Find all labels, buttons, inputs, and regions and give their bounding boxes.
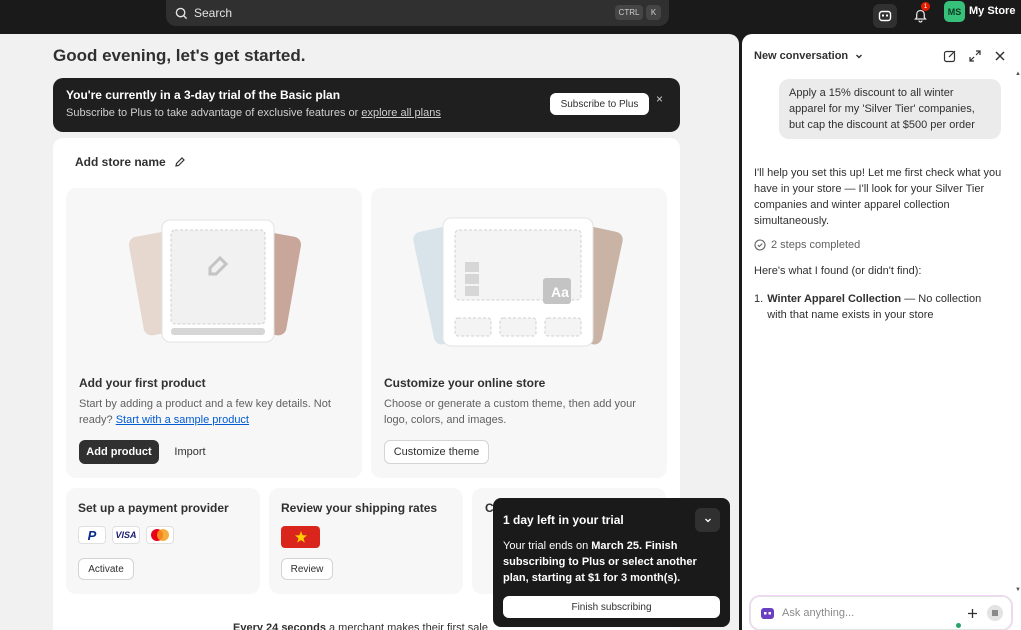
search-bar[interactable]: Search CTRL K bbox=[166, 0, 669, 26]
trial-end-date: March 25 bbox=[591, 540, 639, 552]
collapse-toast-button[interactable] bbox=[695, 508, 720, 532]
theme-illustration bbox=[413, 217, 623, 347]
finding-collection-name: Winter Apparel Collection bbox=[767, 293, 902, 305]
trial-banner: You're currently in a 3-day trial of the… bbox=[53, 78, 680, 132]
explore-plans-link[interactable]: explore all plans bbox=[361, 107, 441, 119]
shortcut-k-key: K bbox=[646, 5, 661, 20]
trial-toast-body-prefix: Your trial ends on bbox=[503, 540, 592, 552]
user-message: Apply a 15% discount to all winter appar… bbox=[779, 79, 1001, 139]
review-button[interactable]: Review bbox=[281, 558, 333, 580]
bell-icon bbox=[913, 9, 927, 23]
merchant-stat: Every 24 seconds a merchant makes their … bbox=[233, 622, 488, 630]
check-circle-icon bbox=[754, 239, 766, 251]
stop-button[interactable] bbox=[987, 605, 1003, 621]
scroll-down-icon[interactable]: ▼ bbox=[1015, 587, 1021, 593]
status-dot bbox=[956, 623, 961, 628]
list-item-content: Winter Apparel Collection — No collectio… bbox=[767, 291, 1001, 323]
product-illustration bbox=[128, 219, 302, 343]
customize-store-title: Customize your online store bbox=[384, 376, 546, 390]
add-store-name-label: Add store name bbox=[75, 155, 166, 169]
mastercard-logo bbox=[146, 526, 174, 544]
add-product-desc: Start by adding a product and a few key … bbox=[79, 396, 349, 428]
steps-completed[interactable]: 2 steps completed bbox=[754, 239, 860, 251]
trial-banner-title: You're currently in a 3-day trial of the… bbox=[66, 88, 341, 102]
trial-toast-title: 1 day left in your trial bbox=[503, 513, 624, 527]
shipping-title: Review your shipping rates bbox=[281, 501, 438, 515]
steps-completed-label: 2 steps completed bbox=[771, 239, 861, 251]
merchant-stat-text: a merchant makes their first sale bbox=[325, 622, 488, 630]
conversation-title: New conversation bbox=[754, 50, 849, 62]
ask-placeholder: Ask anything... bbox=[782, 607, 855, 619]
new-chat-icon[interactable] bbox=[943, 49, 957, 63]
activate-button[interactable]: Activate bbox=[78, 558, 134, 580]
finish-subscribing-button[interactable]: Finish subscribing bbox=[503, 596, 720, 618]
stop-icon bbox=[992, 610, 998, 616]
scroll-up-icon[interactable]: ▲ bbox=[1015, 71, 1021, 77]
shortcut-ctrl-key: CTRL bbox=[615, 5, 643, 20]
avatar[interactable]: MS bbox=[944, 1, 965, 22]
sample-product-link[interactable]: Start with a sample product bbox=[116, 414, 249, 426]
payment-card: Set up a payment provider P VISA Activat… bbox=[66, 488, 260, 594]
customize-store-card: Aa Customize your online store Choose or… bbox=[371, 188, 667, 478]
store-name-menu[interactable]: My Store bbox=[969, 5, 1015, 17]
close-icon[interactable] bbox=[993, 49, 1007, 63]
sidekick-icon bbox=[761, 608, 774, 619]
trial-toast: 1 day left in your trial Your trial ends… bbox=[493, 498, 730, 627]
assistant-response: I'll help you set this up! Let me first … bbox=[754, 167, 1002, 227]
search-icon bbox=[175, 7, 188, 19]
vietnam-flag-icon bbox=[281, 526, 320, 548]
add-store-name[interactable]: Add store name bbox=[75, 155, 186, 169]
trial-banner-subtitle: Subscribe to Plus to take advantage of e… bbox=[66, 107, 441, 119]
pencil-icon[interactable] bbox=[174, 156, 186, 168]
sidekick-button[interactable] bbox=[873, 4, 897, 28]
payment-title: Set up a payment provider bbox=[78, 501, 229, 515]
star-icon bbox=[294, 531, 307, 543]
chevron-down-icon bbox=[856, 54, 863, 59]
add-product-button[interactable]: Add product bbox=[79, 440, 159, 464]
chevron-down-icon bbox=[704, 518, 711, 523]
merchant-stat-bold: Every 24 seconds bbox=[233, 622, 326, 630]
close-banner-icon[interactable]: × bbox=[656, 92, 663, 106]
import-button[interactable]: Import bbox=[166, 440, 214, 464]
list-item-number: 1. bbox=[754, 293, 764, 305]
subscribe-plus-button[interactable]: Subscribe to Plus bbox=[550, 93, 649, 115]
customize-theme-button[interactable]: Customize theme bbox=[384, 440, 489, 464]
paypal-logo: P bbox=[78, 526, 106, 544]
page-title: Good evening, let's get started. bbox=[53, 46, 306, 65]
add-product-card: Add your first product Start by adding a… bbox=[66, 188, 362, 478]
add-product-title: Add your first product bbox=[79, 376, 206, 390]
font-preview-label: Aa bbox=[551, 284, 569, 300]
assistant-panel: New conversation ▲ Apply a 15% discount … bbox=[742, 34, 1021, 630]
shipping-card: Review your shipping rates Review bbox=[269, 488, 463, 594]
sidekick-icon bbox=[878, 10, 892, 22]
notification-badge: 1 bbox=[921, 2, 930, 11]
list-item: 1. Winter Apparel Collection — No collec… bbox=[754, 291, 1004, 323]
plus-icon[interactable] bbox=[967, 608, 978, 619]
customize-store-desc: Choose or generate a custom theme, then … bbox=[384, 398, 636, 426]
mastercard-icon bbox=[151, 529, 169, 541]
visa-logo: VISA bbox=[112, 526, 140, 544]
top-bar: Search CTRL K 1 MS My Store bbox=[0, 0, 1021, 34]
findings-intro: Here's what I found (or didn't find): bbox=[754, 265, 922, 277]
ask-input[interactable]: Ask anything... bbox=[750, 596, 1012, 630]
trial-toast-body: Your trial ends on March 25. Finish subs… bbox=[503, 538, 719, 586]
trial-banner-subtitle-text: Subscribe to Plus to take advantage of e… bbox=[66, 107, 362, 119]
conversation-selector[interactable]: New conversation bbox=[754, 50, 864, 62]
expand-icon[interactable] bbox=[968, 49, 982, 63]
search-placeholder: Search bbox=[194, 6, 233, 20]
